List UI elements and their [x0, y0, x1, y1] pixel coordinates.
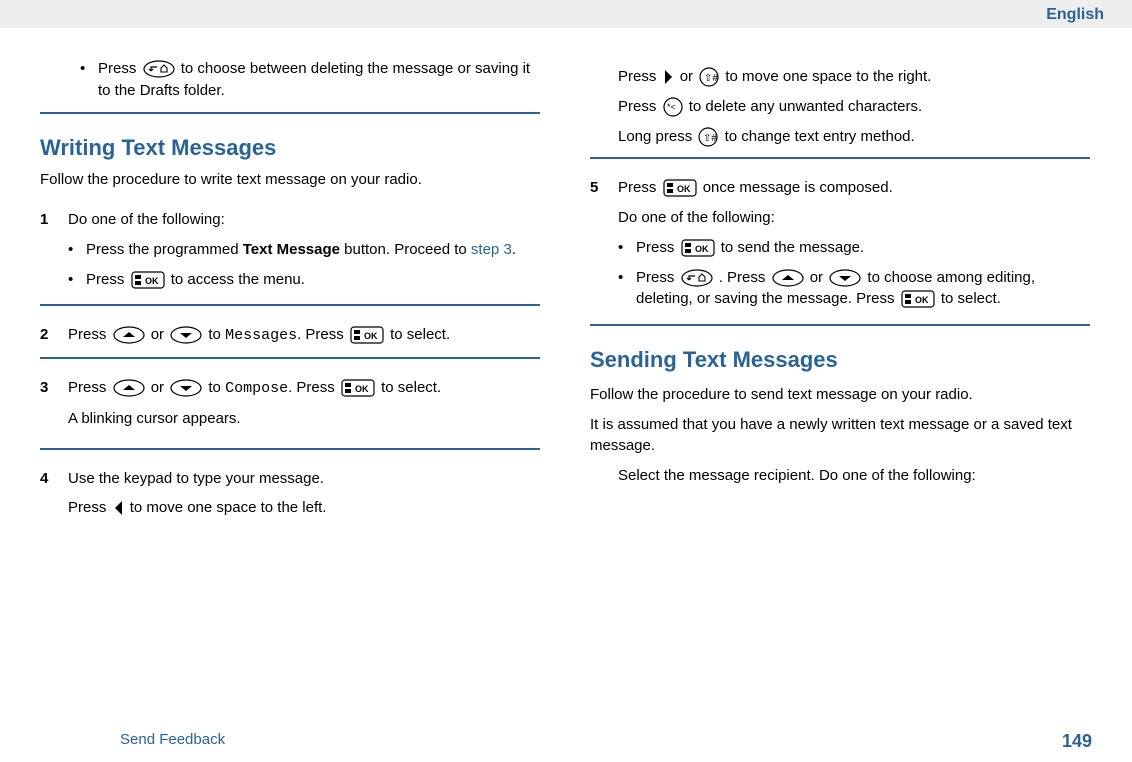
step-num: 1 [40, 209, 68, 231]
down-button-icon [829, 269, 861, 287]
step-5: 5 Press once message is composed. Do one… [590, 177, 1090, 314]
step-num: 5 [590, 177, 618, 199]
s2-mono: Messages [225, 327, 297, 344]
r3-post: to change text entry method. [725, 128, 915, 145]
s5b2-p1: Press [636, 269, 679, 286]
separator [590, 157, 1090, 159]
up-button-icon [113, 379, 145, 397]
separator [40, 112, 540, 114]
step1-text: Do one of the following: [68, 209, 540, 231]
s2-t3: to [208, 326, 225, 343]
return-home-icon [681, 269, 713, 287]
s5b2-p5: to select. [941, 290, 1001, 307]
section-sending-note: It is assumed that you have a newly writ… [590, 414, 1090, 458]
s1b2-post: to access the menu. [171, 271, 305, 288]
step-num: 4 [40, 468, 68, 490]
s5b2-p2: . Press [719, 269, 770, 286]
up-button-icon [772, 269, 804, 287]
section-sending-body: Select the message recipient. Do one of … [590, 465, 1090, 487]
intro-bullet: • Press to choose between deleting the m… [40, 58, 540, 102]
s3-t3: to [208, 379, 225, 396]
ok-button-icon [901, 290, 935, 308]
down-button-icon [170, 326, 202, 344]
footer: Send Feedback 149 [0, 731, 1132, 752]
s3-t2: or [151, 379, 169, 396]
s3-mono: Compose [225, 380, 288, 397]
up-button-icon [113, 326, 145, 344]
s1b1-post: button. Proceed to [340, 241, 471, 258]
ok-button-icon [131, 271, 165, 289]
s2-t1: Press [68, 326, 111, 343]
s5b1-pre: Press [636, 239, 679, 256]
s3-t5: to select. [381, 379, 441, 396]
arrow-left-icon [113, 500, 124, 516]
s1b1-pre: Press the programmed [86, 241, 243, 258]
section-writing-intro: Follow the procedure to write text messa… [40, 169, 540, 191]
bullet-dot: • [80, 58, 98, 80]
left-column: • Press to choose between deleting the m… [40, 58, 540, 533]
r1-pre: Press [618, 68, 661, 85]
s5-t3: Do one of the following: [618, 207, 1090, 229]
step1-bullet2: • Press to access the menu. [68, 269, 540, 291]
section-writing-title: Writing Text Messages [40, 132, 540, 164]
step1-bullet1: • Press the programmed Text Message butt… [68, 239, 540, 261]
s5-t2: once message is composed. [703, 179, 893, 196]
s5-t1: Press [618, 179, 661, 196]
step-num: 3 [40, 377, 68, 399]
r1-post: to move one space to the right. [725, 68, 931, 85]
step3-link[interactable]: step 3 [471, 241, 512, 258]
r3-pre: Long press [618, 128, 696, 145]
step5-bullet2: • Press . Press or to choose among editi… [618, 267, 1090, 311]
right-column: Press or to move one space to the right.… [590, 58, 1090, 533]
ok-button-icon [350, 326, 384, 344]
s1b2-pre: Press [86, 271, 129, 288]
separator [40, 357, 540, 359]
circle-hash-icon [698, 127, 718, 147]
section-sending-intro: Follow the procedure to send text messag… [590, 384, 1090, 406]
step-1: 1 Do one of the following: • Press the p… [40, 209, 540, 294]
step5-bullet1: • Press to send the message. [618, 237, 1090, 259]
send-feedback-link[interactable]: Send Feedback [120, 731, 225, 752]
s4-p1-pre: Press [68, 499, 111, 516]
r2-pre: Press [618, 98, 661, 115]
s1b1-bold: Text Message [243, 241, 340, 258]
page-content: • Press to choose between deleting the m… [0, 28, 1132, 533]
step-3: 3 Press or to Compose. Press to select. … [40, 377, 540, 438]
step-4: 4 Use the keypad to type your message. P… [40, 468, 540, 528]
header-bar: English [0, 0, 1132, 28]
ok-button-icon [681, 239, 715, 257]
s4-p1-post: to move one space to the left. [130, 499, 327, 516]
separator [40, 448, 540, 450]
s3-extra: A blinking cursor appears. [68, 408, 540, 430]
s3-t4: . Press [288, 379, 339, 396]
ok-button-icon [663, 179, 697, 197]
s1b1-end: . [512, 241, 516, 258]
intro-pre: Press [98, 60, 141, 77]
circle-hash-icon [699, 67, 719, 87]
s5b2-p3: or [810, 269, 828, 286]
circle-star-icon [663, 97, 683, 117]
s4-text: Use the keypad to type your message. [68, 468, 540, 490]
s3-t1: Press [68, 379, 111, 396]
step-num: 2 [40, 324, 68, 346]
arrow-right-icon [663, 69, 674, 85]
page-number: 149 [1062, 731, 1092, 752]
separator [590, 324, 1090, 326]
separator [40, 304, 540, 306]
ok-button-icon [341, 379, 375, 397]
s5b1-post: to send the message. [721, 239, 864, 256]
s2-t2: or [151, 326, 169, 343]
s2-t4: . Press [297, 326, 348, 343]
section-sending-title: Sending Text Messages [590, 344, 1090, 376]
r1-mid: or [680, 68, 698, 85]
return-home-icon [143, 60, 175, 78]
language-label: English [1046, 6, 1104, 24]
r2-post: to delete any unwanted characters. [689, 98, 922, 115]
step-2: 2 Press or to Messages. Press to select. [40, 324, 540, 347]
down-button-icon [170, 379, 202, 397]
s2-t5: to select. [390, 326, 450, 343]
